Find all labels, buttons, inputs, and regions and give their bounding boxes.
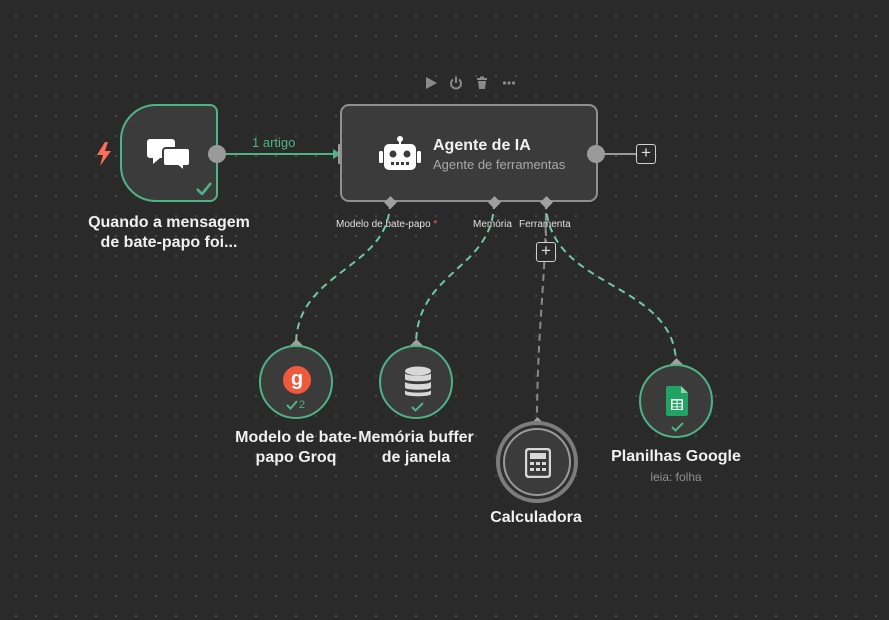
tool-connector-label: Ferramenta (519, 219, 571, 230)
memory-label: Memória buffer de janela (358, 429, 474, 466)
success-check-icon (411, 402, 424, 412)
ai-agent-node[interactable]: Agente de IA Agente de ferramentas (340, 104, 598, 202)
groq-icon: g (283, 366, 311, 394)
trigger-label: Quando a mensagem de bate-papo foi... (88, 214, 250, 251)
chat-model-connector-label: Modelo de bate-papo * (336, 219, 438, 230)
success-check-icon (286, 400, 298, 410)
groq-label: Modelo de bate- papo Groq (235, 429, 357, 466)
groq-chat-model-node[interactable]: g 2 (259, 345, 333, 419)
robot-icon (379, 136, 421, 170)
groq-run-count: 2 (286, 399, 312, 413)
calculator-icon (525, 448, 551, 478)
agent-output-handle[interactable] (587, 145, 605, 163)
run-count: 2 (299, 399, 306, 411)
google-sheets-icon (666, 386, 688, 416)
calculator-node[interactable] (496, 421, 578, 503)
trigger-bolt-icon (97, 142, 111, 166)
calculator-label: Calculadora (490, 509, 582, 526)
add-tool-button[interactable]: + (536, 242, 556, 262)
sheets-sublabel: leia: folha (650, 470, 702, 484)
more-icon[interactable] (502, 76, 516, 90)
agent-title: Agente de IA (433, 137, 531, 154)
trash-icon[interactable] (475, 76, 489, 90)
agent-subtitle: Agente de ferramentas (433, 157, 566, 172)
google-sheets-node[interactable] (639, 364, 713, 438)
trigger-output-handle[interactable] (208, 145, 226, 163)
chat-trigger-node[interactable] (120, 104, 218, 202)
database-icon (405, 366, 431, 397)
required-mark: * (433, 219, 438, 230)
sheets-label: Planilhas Google (611, 448, 741, 465)
calculator-wire[interactable] (536, 201, 547, 425)
connection-wires (226, 149, 677, 425)
memory-connector-label: Memória (473, 219, 512, 230)
success-check-icon (671, 422, 684, 432)
power-icon[interactable] (449, 76, 463, 90)
play-icon[interactable] (424, 76, 438, 90)
chat-bubbles-icon (147, 139, 191, 172)
add-next-node-button[interactable]: + (636, 144, 656, 164)
edge-label: 1 artigo (252, 135, 296, 150)
window-buffer-memory-node[interactable] (379, 345, 453, 419)
calculator-node-inner (503, 428, 571, 496)
success-check-icon (196, 182, 212, 195)
node-toolbar (422, 75, 522, 91)
